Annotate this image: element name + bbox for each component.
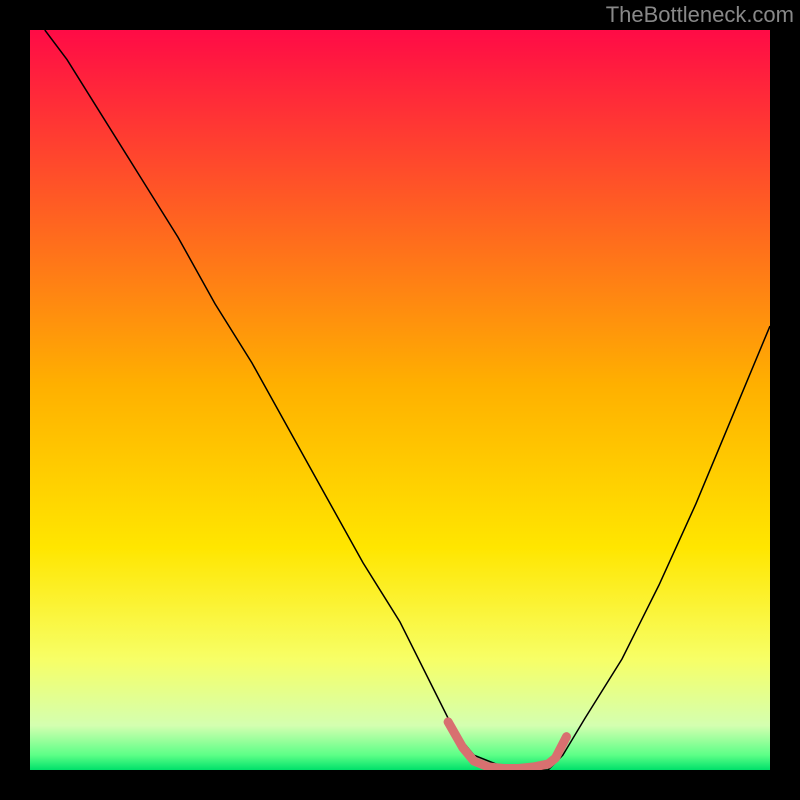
gradient-background bbox=[30, 30, 770, 770]
plot-area bbox=[30, 30, 770, 770]
chart-frame: TheBottleneck.com bbox=[0, 0, 800, 800]
watermark-text: TheBottleneck.com bbox=[606, 2, 794, 28]
bottleneck-chart-svg bbox=[30, 30, 770, 770]
